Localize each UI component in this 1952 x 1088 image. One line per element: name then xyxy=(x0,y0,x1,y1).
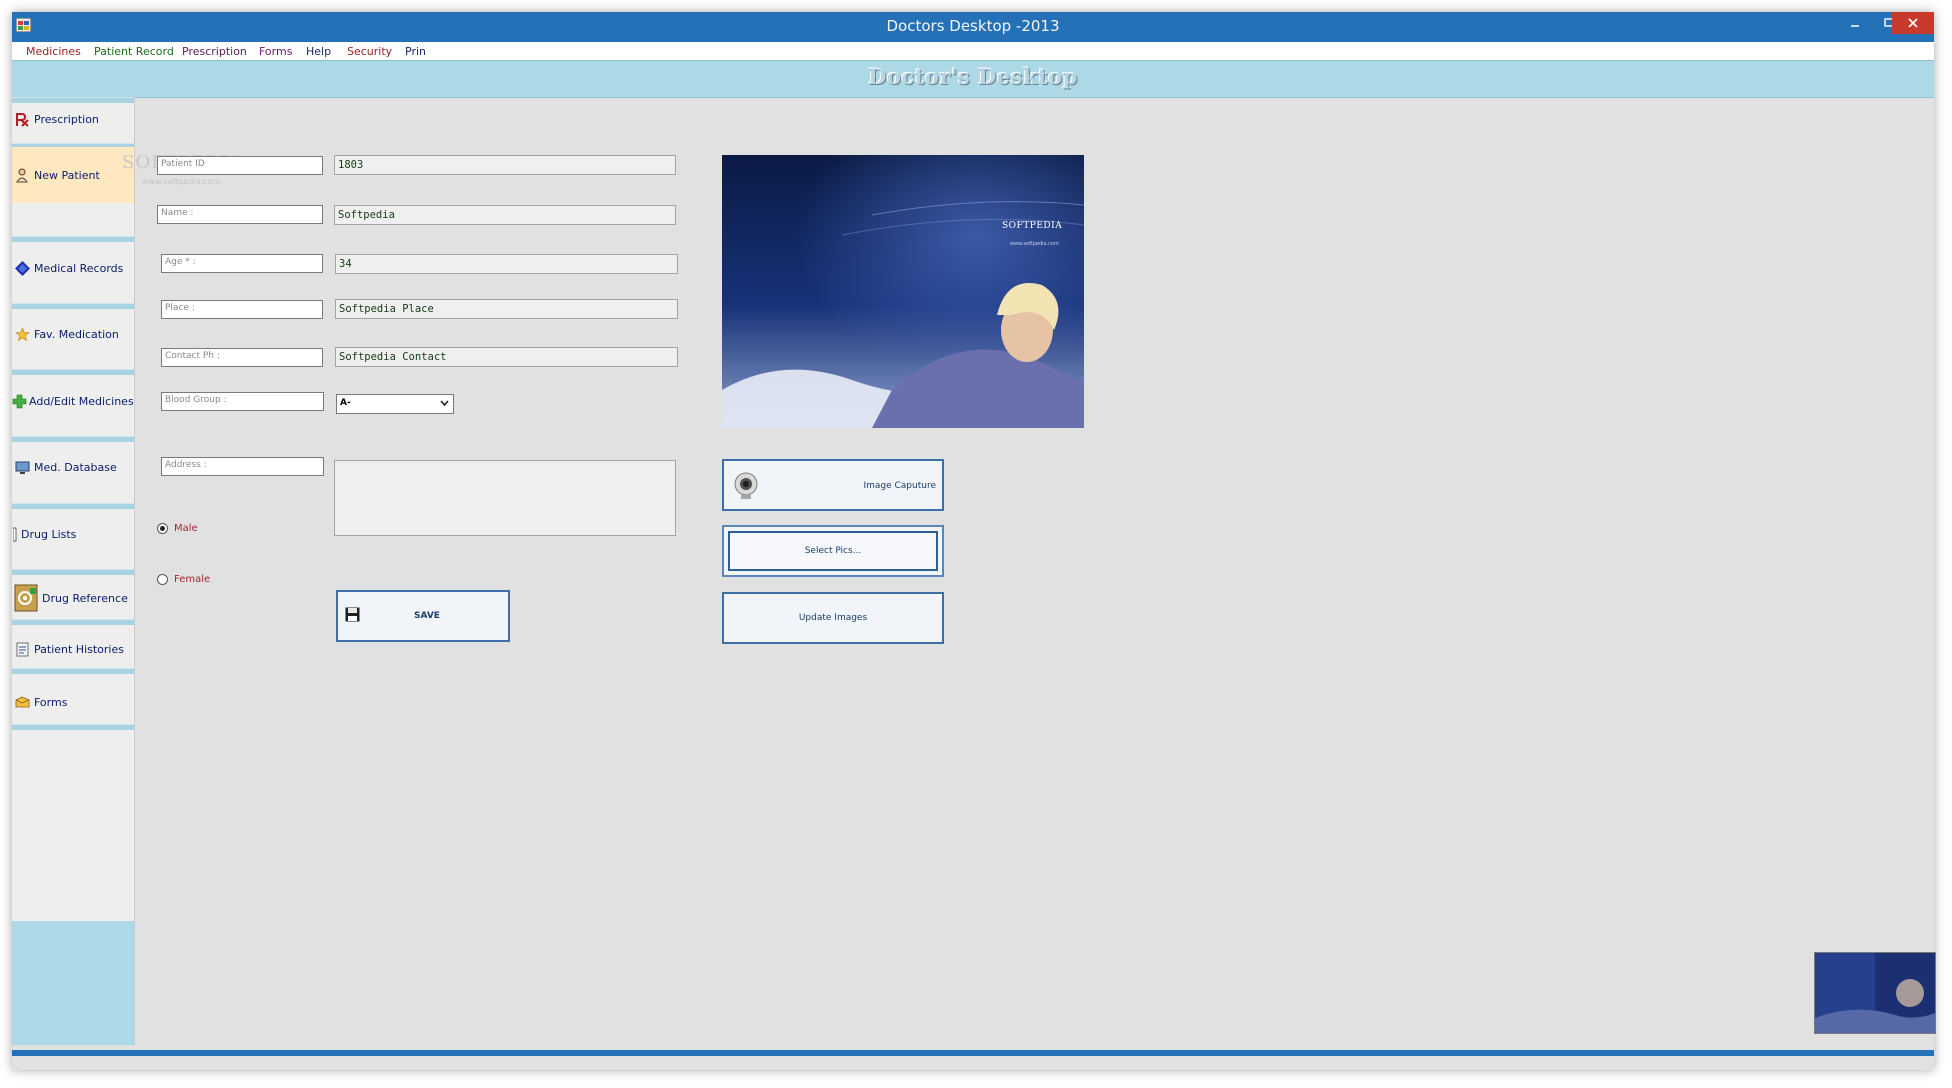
blood-group-value: A- xyxy=(340,398,351,408)
sidebar-item-forms[interactable]: Forms xyxy=(12,685,134,719)
photo-image xyxy=(722,155,1084,428)
sidebar-item-new-patient[interactable]: New Patient xyxy=(12,147,134,203)
close-button[interactable] xyxy=(1892,12,1934,34)
gender-female-label: Female xyxy=(174,574,211,585)
new-patient-icon xyxy=(16,168,28,182)
select-pics-label: Select Pics... xyxy=(804,546,862,556)
sidebar-item-drug-reference[interactable]: Drug Reference xyxy=(12,581,134,615)
list-icon xyxy=(13,527,17,541)
forms-icon xyxy=(15,696,30,707)
title-bar: Doctors Desktop -2013 xyxy=(12,12,1934,42)
reference-icon xyxy=(14,584,38,612)
photo-url: www.softpedia.com xyxy=(1010,241,1059,247)
menu-bar: Medicines Patient Record Prescription Fo… xyxy=(12,42,1934,61)
radio-unchecked-icon xyxy=(157,574,168,585)
sidebar-item-label: Drug Reference xyxy=(42,591,128,605)
sidebar-separator xyxy=(12,436,134,442)
star-icon xyxy=(15,326,30,341)
contact-field[interactable]: Softpedia Contact xyxy=(335,347,678,367)
banner-title: Doctor's Desktop xyxy=(868,64,1078,89)
sidebar-item-label: Add/Edit Medicines xyxy=(29,394,134,408)
chevron-down-icon xyxy=(440,400,449,407)
sidebar-item-label: Prescription xyxy=(34,112,99,126)
minimize-icon xyxy=(1851,25,1859,27)
age-field[interactable]: 34 xyxy=(335,254,678,274)
menu-patient-record[interactable]: Patient Record xyxy=(94,45,174,58)
patient-id-label: Patient ID xyxy=(157,156,323,175)
place-field[interactable]: Softpedia Place xyxy=(335,299,678,319)
plus-icon xyxy=(12,394,27,408)
sidebar-separator xyxy=(12,668,134,674)
contact-label: Contact Ph : xyxy=(161,348,323,367)
sidebar-item-label: Medical Records xyxy=(34,261,124,275)
sidebar-separator xyxy=(12,569,134,575)
window-title: Doctors Desktop -2013 xyxy=(886,17,1060,35)
sidebar-item-label: Forms xyxy=(34,695,68,709)
prescription-icon xyxy=(16,112,29,127)
sidebar-item-medical-records[interactable]: Medical Records xyxy=(12,251,134,285)
sidebar-item-drug-lists[interactable]: Drug Lists xyxy=(12,517,134,551)
patient-photo: SOFTPEDIA www.softpedia.com xyxy=(722,155,1084,428)
sidebar-separator xyxy=(12,369,134,375)
sidebar-separator xyxy=(12,97,134,103)
name-field[interactable]: Softpedia xyxy=(334,205,676,225)
sidebar-item-label: Patient Histories xyxy=(34,642,124,656)
age-label: Age * : xyxy=(161,254,323,273)
sidebar-footer-panel xyxy=(12,921,134,1045)
photo-thumbnail[interactable] xyxy=(1814,952,1936,1034)
name-label: Name : xyxy=(157,205,323,224)
medical-records-icon xyxy=(15,260,30,276)
gender-female-radio[interactable]: Female xyxy=(157,574,210,585)
computer-icon xyxy=(15,461,30,474)
app-window: Doctors Desktop -2013 Medicines Patient … xyxy=(12,12,1936,1070)
place-label: Place : xyxy=(161,300,323,319)
gender-male-radio[interactable]: Male xyxy=(157,523,198,534)
sidebar-separator xyxy=(12,236,134,242)
status-bar xyxy=(12,1050,1934,1056)
photo-brand: SOFTPEDIA xyxy=(1002,221,1063,231)
menu-prescription[interactable]: Prescription xyxy=(182,45,247,58)
sidebar-item-prescription[interactable]: Prescription xyxy=(12,105,134,133)
sidebar-item-label: Drug Lists xyxy=(21,527,77,541)
blood-group-label: Blood Group : xyxy=(161,392,324,411)
menu-medicines[interactable]: Medicines xyxy=(26,45,81,58)
update-images-label: Update Images xyxy=(798,613,868,623)
floppy-disk-icon xyxy=(345,607,360,622)
image-capture-label: Image Caputure xyxy=(863,481,936,491)
thumbnail-image xyxy=(1815,953,1935,1033)
sidebar-item-fav-medication[interactable]: Fav. Medication xyxy=(12,317,134,351)
update-images-button[interactable]: Update Images xyxy=(722,592,944,644)
sidebar-separator xyxy=(12,619,134,625)
blood-group-select[interactable]: A- xyxy=(336,394,454,414)
webcam-icon xyxy=(734,472,758,499)
menu-forms[interactable]: Forms xyxy=(259,45,292,58)
menu-help[interactable]: Help xyxy=(306,45,331,58)
sidebar-item-add-edit-medicines[interactable]: Add/Edit Medicines xyxy=(12,384,134,418)
minimize-button[interactable] xyxy=(1838,12,1872,34)
close-icon xyxy=(1908,18,1918,28)
histories-icon xyxy=(16,642,29,656)
sidebar-item-label: Med. Database xyxy=(34,460,117,474)
address-label: Address : xyxy=(161,457,324,476)
sidebar-separator xyxy=(12,724,134,730)
gender-male-label: Male xyxy=(174,523,198,534)
header-banner: Doctor's Desktop xyxy=(12,60,1934,98)
sidebar-separator xyxy=(12,503,134,509)
patient-id-field[interactable]: 1803 xyxy=(334,155,676,175)
sidebar-item-label: Fav. Medication xyxy=(34,327,119,341)
sidebar-item-label: New Patient xyxy=(34,168,100,182)
select-pics-button[interactable]: Select Pics... xyxy=(722,525,944,577)
sidebar-item-med-database[interactable]: Med. Database xyxy=(12,450,134,484)
menu-print[interactable]: Prin xyxy=(405,45,426,58)
image-capture-button[interactable]: Image Caputure xyxy=(722,459,944,511)
save-label: SAVE xyxy=(414,611,440,621)
sidebar: Prescription New Patient Medical Records… xyxy=(12,97,135,1045)
address-field[interactable] xyxy=(334,460,676,536)
sidebar-separator xyxy=(12,303,134,309)
save-button[interactable]: SAVE xyxy=(336,590,510,642)
menu-security[interactable]: Security xyxy=(347,45,392,58)
radio-checked-icon xyxy=(157,523,168,534)
sidebar-item-patient-histories[interactable]: Patient Histories xyxy=(12,632,134,666)
watermark-url: www.softpedia.com xyxy=(142,177,221,186)
